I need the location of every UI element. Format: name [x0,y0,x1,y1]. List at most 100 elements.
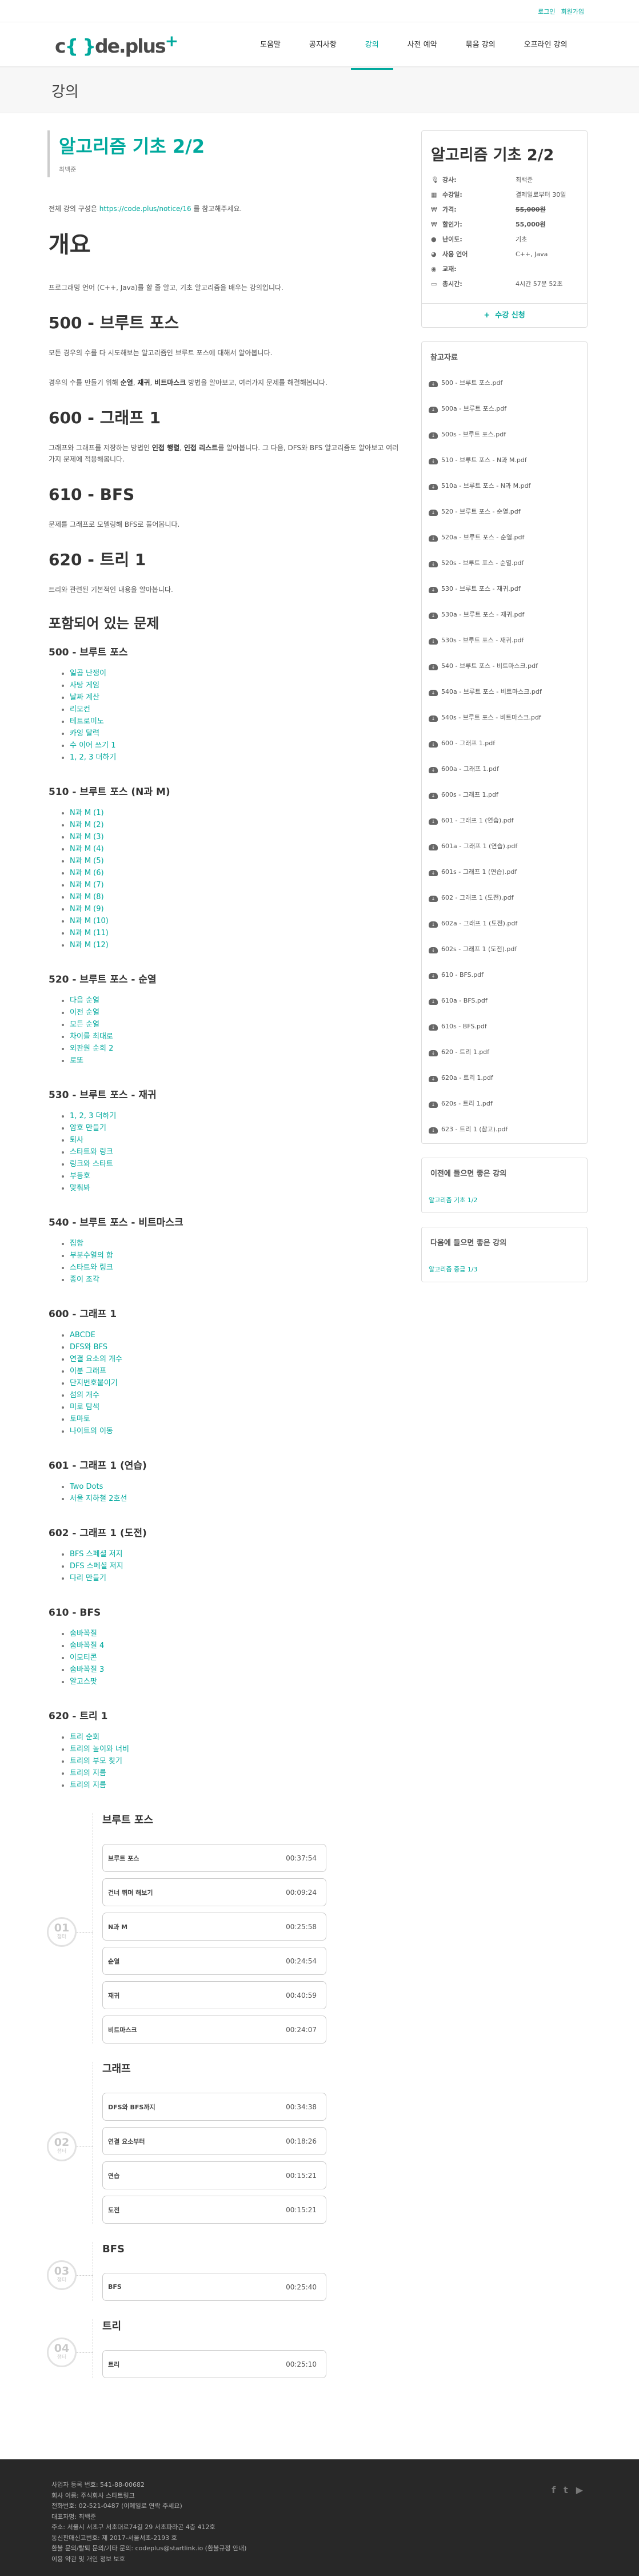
file-item[interactable]: ↓ 620a - 트리 1.pdf [429,1065,587,1091]
lesson-item[interactable]: 연습 00:15:21 [102,2161,326,2189]
problem-link[interactable]: Two Dots [70,1482,103,1491]
lesson-item[interactable]: BFS 00:25:40 [102,2273,326,2301]
problem-link[interactable]: 외판원 순회 2 [70,1044,113,1053]
problem-link[interactable]: 나이트의 이동 [70,1427,113,1436]
footer-line[interactable]: 이용 약관 및 개인 정보 보호 [51,2554,588,2565]
file-item[interactable]: ↓ 510a - 브루트 포스 - N과 M.pdf [429,473,587,499]
lesson-item[interactable]: 브루트 포스 00:37:54 [102,1844,326,1872]
problem-link[interactable]: 맞춰봐 [70,1184,90,1192]
problem-link[interactable]: 부등호 [70,1172,90,1180]
problem-link[interactable]: 이분 그래프 [70,1367,106,1376]
file-item[interactable]: ↓ 600 - 그래프 1.pdf [429,730,587,756]
problem-link[interactable]: 다음 순열 [70,996,99,1005]
lesson-item[interactable]: 비트마스크 00:24:07 [102,2016,326,2044]
problem-link[interactable]: 트리 순회 [70,1733,99,1742]
file-item[interactable]: ↓ 540s - 브루트 포스 - 비트마스크.pdf [429,705,587,730]
next-course-link[interactable]: 알고리즘 중급 1/3 [422,1247,587,1282]
lesson-item[interactable]: 재귀 00:40:59 [102,1981,326,2009]
file-item[interactable]: ↓ 500a - 브루트 포스.pdf [429,396,587,422]
nav-item[interactable]: 오프라인 강의 [510,22,582,68]
problem-link[interactable]: 모든 순열 [70,1020,99,1029]
problem-link[interactable]: 집합 [70,1239,83,1248]
problem-link[interactable]: N과 M (12) [70,941,109,949]
prev-course-link[interactable]: 알고리즘 기초 1/2 [422,1178,587,1213]
problem-link[interactable]: 암호 만들기 [70,1124,106,1132]
twitter-icon[interactable]: t [564,2484,568,2495]
file-item[interactable]: ↓ 520s - 브루트 포스 - 순열.pdf [429,550,587,576]
problem-link[interactable]: 카잉 달력 [70,729,99,738]
file-item[interactable]: ↓ 600a - 그래프 1.pdf [429,756,587,782]
logo[interactable]: c{ }de.plus+ [55,31,178,57]
file-item[interactable]: ↓ 540a - 브루트 포스 - 비트마스크.pdf [429,679,587,705]
problem-link[interactable]: 단지번호붙이기 [70,1379,118,1388]
problem-link[interactable]: 수 이어 쓰기 1 [70,741,115,750]
problem-link[interactable]: 트리의 부모 찾기 [70,1757,122,1766]
problem-link[interactable]: 테트로미노 [70,717,104,726]
problem-link[interactable]: N과 M (10) [70,917,109,925]
lesson-item[interactable]: 건너 뛰며 해보기 00:09:24 [102,1878,326,1906]
problem-link[interactable]: N과 M (11) [70,929,109,937]
problem-link[interactable]: DFS 스페셜 저지 [70,1562,123,1571]
file-item[interactable]: ↓ 530s - 브루트 포스 - 재귀.pdf [429,627,587,653]
nav-item[interactable]: 강의 [350,22,393,70]
problem-link[interactable]: 링크와 스타트 [70,1160,113,1168]
file-item[interactable]: ↓ 602s - 그래프 1 (도전).pdf [429,936,587,962]
problem-link[interactable]: 스타트와 링크 [70,1148,113,1156]
problem-link[interactable]: 리모컨 [70,705,90,714]
problem-link[interactable]: N과 M (3) [70,833,104,841]
problem-link[interactable]: 일곱 난쟁이 [70,669,106,678]
problem-link[interactable]: 종이 조각 [70,1275,99,1284]
problem-link[interactable]: 1, 2, 3 더하기 [70,753,116,762]
lesson-item[interactable]: 도전 00:15:21 [102,2196,326,2224]
problem-link[interactable]: 로또 [70,1056,83,1065]
problem-link[interactable]: 사탕 게임 [70,681,99,690]
lesson-item[interactable]: DFS와 BFS까지 00:34:38 [102,2093,326,2121]
problem-link[interactable]: 연결 요소의 개수 [70,1355,122,1363]
file-item[interactable]: ↓ 540 - 브루트 포스 - 비트마스크.pdf [429,653,587,679]
footer-line[interactable]: 환불 문의/탈퇴 문의/기타 문의: codeplus@startlink.io… [51,2543,588,2554]
problem-link[interactable]: 서울 지하철 2호선 [70,1494,127,1503]
problem-link[interactable]: N과 M (7) [70,881,104,889]
file-item[interactable]: ↓ 601s - 그래프 1 (연습).pdf [429,859,587,885]
problem-link[interactable]: N과 M (5) [70,857,104,865]
problem-link[interactable]: N과 M (1) [70,809,104,817]
file-item[interactable]: ↓ 620s - 트리 1.pdf [429,1091,587,1116]
file-item[interactable]: ↓ 620 - 트리 1.pdf [429,1039,587,1065]
file-item[interactable]: ↓ 610 - BFS.pdf [429,962,587,988]
file-item[interactable]: ↓ 500 - 브루트 포스.pdf [429,370,587,396]
problem-link[interactable]: 다리 만들기 [70,1574,106,1583]
youtube-icon[interactable]: ▶ [576,2484,583,2495]
problem-link[interactable]: 트리의 지름 [70,1769,106,1778]
login-link[interactable]: 로그인 [538,7,555,16]
problem-link[interactable]: 토마토 [70,1415,90,1424]
nav-item[interactable]: 공지사항 [295,22,351,68]
signup-link[interactable]: 회원가입 [561,7,584,16]
file-item[interactable]: ↓ 610a - BFS.pdf [429,988,587,1013]
problem-link[interactable]: 부분수열의 합 [70,1251,113,1260]
file-item[interactable]: ↓ 530a - 브루트 포스 - 재귀.pdf [429,602,587,627]
problem-link[interactable]: N과 M (6) [70,869,104,877]
enroll-button[interactable]: + 수강 신청 [422,303,587,327]
file-item[interactable]: ↓ 602 - 그래프 1 (도전).pdf [429,885,587,911]
notice-link[interactable]: https://code.plus/notice/16 [99,205,191,213]
file-item[interactable]: ↓ 520 - 브루트 포스 - 순열.pdf [429,499,587,524]
problem-link[interactable]: ABCDE [70,1331,95,1339]
file-item[interactable]: ↓ 623 - 트리 1 (참고).pdf [429,1116,587,1142]
problem-link[interactable]: 미로 탐색 [70,1403,99,1412]
problem-link[interactable]: 퇴사 [70,1136,83,1144]
problem-link[interactable]: 차이를 최대로 [70,1032,113,1041]
problem-link[interactable]: DFS와 BFS [70,1343,107,1351]
problem-link[interactable]: N과 M (8) [70,893,104,901]
problem-link[interactable]: 알고스팟 [70,1677,97,1686]
file-item[interactable]: ↓ 610s - BFS.pdf [429,1013,587,1039]
lesson-item[interactable]: 순열 00:24:54 [102,1947,326,1975]
facebook-icon[interactable]: f [552,2484,556,2495]
file-item[interactable]: ↓ 500s - 브루트 포스.pdf [429,422,587,447]
problem-link[interactable]: N과 M (2) [70,821,104,829]
problem-link[interactable]: 숨바꼭질 [70,1629,97,1638]
file-item[interactable]: ↓ 530 - 브루트 포스 - 재귀.pdf [429,576,587,602]
problem-link[interactable]: 트리의 지름 [70,1781,106,1790]
problem-link[interactable]: 트리의 높이와 너비 [70,1745,129,1754]
problem-link[interactable]: 섬의 개수 [70,1391,99,1400]
problem-link[interactable]: BFS 스페셜 저지 [70,1550,122,1559]
